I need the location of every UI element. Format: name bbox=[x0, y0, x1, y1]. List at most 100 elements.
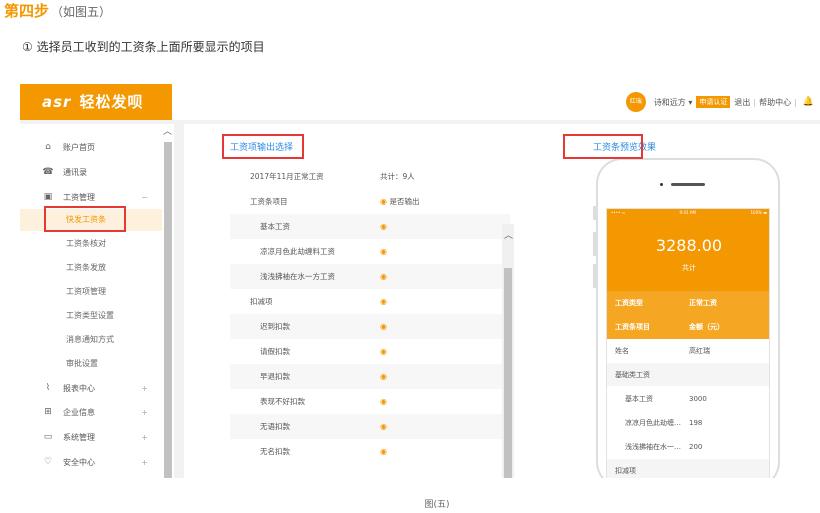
table-scrollbar[interactable]: ︿ bbox=[502, 224, 514, 478]
sidebar-item-label: 账户首页 bbox=[63, 142, 95, 152]
row-key: 姓名 bbox=[615, 346, 629, 355]
table-row: 表现不好扣款 ◉ bbox=[230, 389, 510, 414]
company-dropdown[interactable]: 诗和远方 ▾ bbox=[654, 97, 693, 108]
radio-icon[interactable]: ◉ bbox=[380, 272, 387, 281]
row-label: 表现不好扣款 bbox=[260, 397, 305, 406]
scroll-thumb[interactable] bbox=[164, 142, 172, 478]
radio-icon[interactable]: ◉ bbox=[380, 347, 387, 356]
sidebar-item-contacts[interactable]: ☎ 通讯录 bbox=[20, 161, 162, 183]
row-label: 基本工资 bbox=[260, 222, 290, 231]
radio-icon[interactable]: ◉ bbox=[380, 322, 387, 331]
total-label: 共计 bbox=[682, 264, 696, 272]
sidebar-sub-type-settings[interactable]: 工资类型设置 bbox=[20, 305, 162, 327]
phone-button bbox=[593, 264, 596, 288]
sidebar-sub-item-manage[interactable]: 工资项管理 bbox=[20, 281, 162, 303]
instruction-text: ① 选择员工收到的工资条上面所要显示的项目 bbox=[22, 40, 265, 54]
scroll-up-icon[interactable]: ︿ bbox=[163, 124, 172, 137]
table-row: 请假扣款 ◉ bbox=[230, 339, 510, 364]
radio-icon[interactable]: ◉ bbox=[380, 297, 387, 306]
radio-icon[interactable]: ◉ bbox=[380, 372, 387, 381]
sidebar-item-company[interactable]: ⊞ 企业信息 + bbox=[20, 401, 162, 423]
payslip-row: 基础类工资 bbox=[607, 363, 769, 387]
status-bar: •••• ≈ 9:41 AM 100% ▬ bbox=[607, 209, 769, 217]
radio-icon: ◉ bbox=[380, 197, 390, 206]
avatar[interactable]: 红瑞 bbox=[625, 92, 646, 112]
sidebar-item-home[interactable]: ⌂ 账户首页 bbox=[20, 136, 162, 158]
row-label: 凉凉月色此劫缠料工资 bbox=[260, 247, 335, 256]
sidebar-sub-approval[interactable]: 审批设置 bbox=[20, 353, 162, 375]
sidebar-item-reports[interactable]: ⌇ 报表中心 + bbox=[20, 377, 162, 399]
step-note: （如图五） bbox=[51, 5, 112, 19]
logo-text: 轻松发呗 bbox=[79, 93, 144, 111]
table-row: 凉凉月色此劫缠料工资 ◉ bbox=[230, 239, 510, 264]
scroll-up-icon[interactable]: ︿ bbox=[504, 228, 513, 241]
radio-icon[interactable]: ◉ bbox=[380, 422, 387, 431]
row-label: 扣减项 bbox=[250, 297, 273, 306]
column-header-item: 工资条项目 bbox=[250, 197, 288, 206]
table-header-summary: 2017年11月正常工资 共计：9人 bbox=[230, 164, 510, 189]
info-key: 工资条项目 bbox=[615, 323, 650, 331]
sidebar-item-label: 企业信息 bbox=[63, 407, 95, 417]
expand-icon[interactable]: + bbox=[141, 458, 148, 467]
sidebar-item-security[interactable]: ♡ 安全中心 + bbox=[20, 451, 162, 473]
payslip-row: 姓名 高红瑞 bbox=[607, 339, 769, 363]
table-row: 无名扣款 ◉ bbox=[230, 439, 510, 464]
info-value: 金额（元） bbox=[689, 323, 724, 331]
radio-icon[interactable]: ◉ bbox=[380, 222, 387, 231]
divider: | bbox=[794, 97, 797, 107]
row-value: 198 bbox=[689, 418, 703, 427]
figure-caption: 图(五) bbox=[424, 500, 450, 510]
row-value: 高红瑞 bbox=[689, 346, 710, 355]
highlight-box-preview bbox=[563, 134, 643, 159]
phone-mockup: •••• ≈9:41 AM 100% ▬ 3288.00 共计 工资类型 正常工资 … bbox=[593, 158, 780, 478]
radio-icon[interactable]: ◉ bbox=[380, 247, 387, 256]
sidebar-item-system[interactable]: ▭ 系统管理 + bbox=[20, 426, 162, 448]
scroll-thumb[interactable] bbox=[504, 268, 512, 478]
row-label: 早退扣款 bbox=[260, 372, 290, 381]
sidebar-sub-notify[interactable]: 消息通知方式 bbox=[20, 329, 162, 351]
sidebar-item-payroll[interactable]: ▣ 工资管理 − bbox=[20, 186, 162, 208]
row-label: 迟到扣款 bbox=[260, 322, 290, 331]
expand-icon[interactable]: + bbox=[141, 408, 148, 417]
row-value: 3000 bbox=[689, 394, 707, 403]
row-key: 凉凉月色此劫缠料... bbox=[625, 418, 687, 427]
sidebar-item-label: 报表中心 bbox=[63, 383, 95, 393]
step-title: 第四步 bbox=[4, 2, 50, 20]
table-row: 迟到扣款 ◉ bbox=[230, 314, 510, 339]
table-row: 扣减项 ◉ bbox=[230, 289, 510, 314]
table-row: 基本工资 ◉ bbox=[230, 214, 510, 239]
sidebar-sub-payslip-check[interactable]: 工资条核对 bbox=[20, 233, 162, 255]
phone-button bbox=[593, 232, 596, 256]
sidebar-item-label: 通讯录 bbox=[63, 167, 87, 177]
shield-icon: ♡ bbox=[43, 457, 53, 467]
expand-icon[interactable]: + bbox=[141, 384, 148, 393]
bell-icon[interactable]: 🔔 bbox=[803, 97, 814, 107]
sidebar-sub-payslip-send[interactable]: 工资条发放 bbox=[20, 257, 162, 279]
row-key: 基础类工资 bbox=[615, 370, 650, 379]
month-label: 2017年11月正常工资 bbox=[250, 172, 324, 181]
expand-icon[interactable]: + bbox=[141, 433, 148, 442]
output-label: 是否输出 bbox=[389, 197, 420, 206]
step-heading: 第四步 （如图五） bbox=[4, 0, 111, 21]
chart-icon: ⌇ bbox=[45, 383, 51, 393]
logo[interactable]: asr 轻松发呗 bbox=[20, 84, 172, 120]
sidebar-scrollbar[interactable]: ︿ bbox=[162, 124, 174, 478]
radio-icon[interactable]: ◉ bbox=[380, 397, 387, 406]
payslip-row: 基本工资 3000 bbox=[607, 387, 769, 411]
output-table: 2017年11月正常工资 共计：9人 工资条项目 ◉ 是否输出 基本工资 ◉ 凉凉月色… bbox=[230, 164, 510, 478]
status-time: 9:41 AM bbox=[679, 210, 696, 215]
verify-badge[interactable]: 申请认证 bbox=[696, 96, 731, 108]
radio-icon[interactable]: ◉ bbox=[380, 447, 387, 456]
table-header: 工资条项目 ◉ 是否输出 bbox=[230, 189, 510, 214]
logout-link[interactable]: 退出 bbox=[734, 97, 750, 108]
payslip-summary: 3288.00 共计 bbox=[607, 217, 769, 291]
row-key: 基本工资 bbox=[625, 394, 653, 403]
help-link[interactable]: 帮助中心 bbox=[759, 97, 791, 108]
row-value: 200 bbox=[689, 442, 703, 451]
count-label: 共计：9人 bbox=[370, 171, 510, 182]
table-row: 浅浅拂袖在水一方工资 ◉ bbox=[230, 264, 510, 289]
user-menu: 红瑞 诗和远方 ▾ 申请认证 退出 | 帮助中心 | 🔔 bbox=[625, 92, 814, 112]
building-icon: ⊞ bbox=[44, 407, 52, 417]
collapse-icon[interactable]: − bbox=[141, 193, 148, 202]
signal-icon: •••• ≈ bbox=[611, 210, 626, 215]
